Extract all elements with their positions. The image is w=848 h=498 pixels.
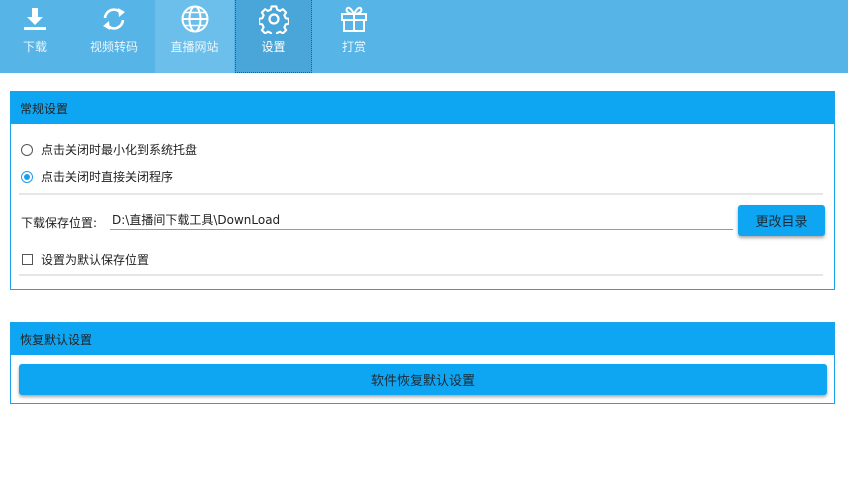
radio-minimize-label: 点击关闭时最小化到系统托盘 [41,143,198,157]
general-settings-title: 常规设置 [11,92,834,124]
tab-download-label: 下载 [22,40,47,54]
restore-defaults-button[interactable]: 软件恢复默认设置 [19,364,827,395]
tab-video-convert[interactable]: 视频转码 [76,0,152,73]
tab-download[interactable]: 下载 [4,0,66,73]
restore-defaults-panel: 恢复默认设置 软件恢复默认设置 [10,322,835,404]
default-path-checkbox-label: 设置为默认保存位置 [41,253,150,267]
radio-exit-directly[interactable]: 点击关闭时直接关闭程序 [21,168,173,185]
divider [19,274,823,276]
radio-exit-label: 点击关闭时直接关闭程序 [41,170,174,184]
radio-exit-button[interactable] [21,170,33,183]
radio-minimize-to-tray[interactable]: 点击关闭时最小化到系统托盘 [21,141,197,158]
general-settings-panel: 常规设置 点击关闭时最小化到系统托盘 点击关闭时直接关闭程序 下载保存位置: 更… [10,91,835,290]
default-path-checkbox-row[interactable]: 设置为默认保存位置 [22,251,149,268]
restore-defaults-title: 恢复默认设置 [11,323,834,355]
tab-live-sites-label: 直播网站 [170,40,219,54]
convert-icon [99,4,129,34]
tab-settings[interactable]: 设置 [235,0,312,73]
top-toolbar: 下载 视频转码 直播网站 设置 打赏 [0,0,848,73]
download-icon [22,4,48,34]
tab-live-sites[interactable]: 直播网站 [155,0,234,73]
globe-icon [180,4,210,34]
save-path-label: 下载保存位置: [21,216,98,230]
change-directory-button[interactable]: 更改目录 [738,205,825,236]
tab-settings-label: 设置 [261,40,286,54]
default-path-checkbox[interactable] [22,254,33,265]
divider [19,193,823,195]
tab-donate[interactable]: 打赏 [316,0,392,73]
radio-minimize-button[interactable] [21,143,33,156]
save-path-input[interactable] [110,210,733,230]
gear-icon [258,4,289,34]
gift-icon [339,4,369,34]
tab-donate-label: 打赏 [341,40,366,54]
tab-video-convert-label: 视频转码 [89,40,138,54]
